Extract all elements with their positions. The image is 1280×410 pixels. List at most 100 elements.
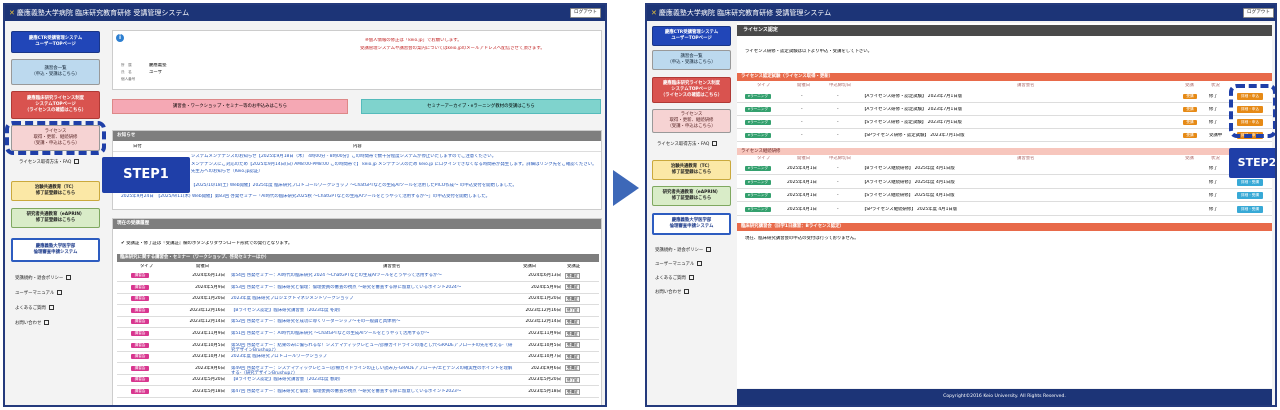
external-link-icon [74,159,80,164]
row-divider [117,304,599,306]
app-header: ✕ 慶應義塾大学病院 臨床研究教育研修 受講管理システム [5,5,605,21]
seminar-date: 2023年9月6日 [195,365,225,371]
tc-training-button[interactable]: 治験共通教育（TC） 修了証登録はこちら [652,160,731,180]
certificate-button[interactable]: 受講証 [565,388,580,395]
seminar-name-link[interactable]: 第49回 啓発セミナー：システマティックレビュー/診療ガイドラインの正しい読み方… [231,366,513,376]
seminar-name-link[interactable]: 第53回 啓発セミナー：臨床研究と倫理：倫理委員の審査の視点 〜研究を審査する際… [231,285,513,291]
contact-link[interactable]: お問い合わせ [15,320,50,326]
certificate-button[interactable]: 受講証 [565,272,580,279]
seminar-name-link[interactable]: 第50回 啓発セミナー：結果のみに偏られるな！システマティックレビュー/診療ガイ… [231,343,513,353]
label: よくあるご質問 [15,306,46,311]
continuing-detail-button[interactable]: 詳細・受講 [1237,178,1263,186]
take-badge: 受講 [1183,120,1197,125]
label: ユーザーTOPページ [671,36,712,41]
external-link-icon [48,305,54,310]
certificate-button[interactable]: 受講証 [565,318,580,325]
tc-training-button[interactable]: 治験共通教育（TC） 修了証登録はこちら [11,181,100,201]
take-badge: 受講 [1183,133,1197,138]
course-list-button[interactable]: 講習会一覧 （申込・受講はこちら） [11,59,100,85]
label: 受講規約・退会ポリシー [15,276,64,281]
seminar-taken-date: 2023年10月7日 [528,354,561,360]
col-date: 開催日 [797,83,811,88]
page-title: ライセンス認定 [737,25,1272,36]
keio-logo-icon: ✕ [9,9,15,17]
row-divider [737,128,1272,129]
col-date: 開催日 [797,156,811,161]
terms-link[interactable]: 受講規約・退会ポリシー [655,247,712,253]
manual-link[interactable]: ユーザーマニュアル [655,261,703,267]
certificate-button[interactable]: 受講証 [565,284,580,291]
license-faq-link[interactable]: ライセンス取得方法・FAQ [657,141,718,147]
certificate-button[interactable]: 受講証 [565,353,580,360]
label: 倫理審査申請システム [669,224,714,229]
seminar-name-link[interactable]: 2023年度 臨床研究プロトコールワークショップ [231,354,513,360]
row-divider [737,187,1272,189]
certificate-button[interactable]: 受講証 [565,342,580,349]
keio-logo-icon: ✕ [651,9,657,17]
seminar-name-link[interactable]: 第51回 啓発セミナー：AI時代の臨床研究 〜ChatGPTなどの生成AIツール… [231,331,513,337]
seminar-date: 2023年10月5日 [192,342,225,348]
logout-button[interactable]: ログアウト [1243,8,1274,18]
news-item[interactable]: メンテナンスにご対応のため【2025年9月14日(日) AM8:00-PM8:0… [191,162,599,168]
clinical-section-header: 臨床研究講習会（旧学1日講習：Bライセンス認定） [737,223,1272,231]
seminar-section-header: 臨床研究に関する講習会・セミナー（ワークショップ、啓発セミナーほか） [117,254,599,262]
license-top-button[interactable]: 慶應臨床研究ライセンス制度 システムTOPページ （ライセンスの確認はこちら） [11,91,100,119]
step1-highlight [5,121,106,155]
ctr-top-button[interactable]: 慶應CTR受講管理システム ユーザーTOPページ [11,31,100,53]
faq-link[interactable]: よくあるご質問 [15,305,54,311]
archive-button[interactable]: セミナーアーカイブ・eラーニング教材の受講はこちら [361,99,601,114]
app-title: 慶應義塾大学病院 臨床研究教育研修 受講管理システム [16,9,190,17]
license-apply-button[interactable]: ライセンス 取得・更新、継続研修 （受講・申込はこちら） [652,109,731,133]
workshop-apply-button[interactable]: 講習会・ワークショップ・セミナー等のお申込みはこちら [112,99,348,114]
label-affiliation: 所 属 [121,63,132,67]
ctr-top-button[interactable]: 慶應CTR受講管理システム ユーザーTOPページ [652,26,731,46]
label: お問い合わせ [15,321,42,326]
news-item[interactable]: 2025年9月24日 【2025/9/11(木) Web開催】第83回 啓発セミ… [121,194,599,200]
label: 受講証・修了証は『受講証』欄のボタンよりダウンロード形式での発行となります。 [126,241,293,246]
seminar-name-link[interactable]: 第52回 啓発セミナー：臨床研究を成功に導くリーダーシップ〜その一般論と具体例〜 [231,319,513,325]
type-badge: 講習会 [131,342,149,348]
col-cert: 受講証 [567,264,581,269]
certificate-button[interactable]: 受講証 [565,330,580,337]
ethics-system-button[interactable]: 慶應義塾大学医学部 倫理審査申請システム [11,238,100,262]
seminar-name-link[interactable]: 2023年度 臨床研究プロジェクトマネジメントワークショップ [231,296,513,302]
manual-link[interactable]: ユーザーマニュアル [15,290,63,296]
seminar-name-link[interactable]: 第47回 啓発セミナー：臨床研究と倫理：倫理委員の審査の視点 〜研究を審査する際… [231,389,513,395]
seminar-date: 2023年5月20日 [192,377,225,383]
certificate-button[interactable]: 修了証 [565,307,580,314]
continuing-detail-button[interactable]: 詳細・受講 [1237,205,1263,213]
terms-link[interactable]: 受講規約・退会ポリシー [15,275,72,281]
faq-link[interactable]: よくあるご質問 [655,275,694,281]
history-panel: 現在の受講履歴 ✔ 受講証・修了証は『受講証』欄のボタンよりダウンロード形式での… [112,218,602,405]
col-type: タイプ [140,264,154,269]
contact-link[interactable]: お問い合わせ [655,289,690,295]
news-item[interactable]: 【2025/10/18(土) Web開催】2025年度 臨床研究プロトコールワー… [191,183,599,189]
certificate-button[interactable]: 修了証 [565,376,580,383]
row-divider [117,397,599,398]
course-list-button[interactable]: 講習会一覧 （申込・受講はこちら） [652,50,731,70]
logout-button[interactable]: ログアウト [570,8,601,18]
license-top-button[interactable]: 慶應臨床研究ライセンス制度 システムTOPページ （ライセンスの確認はこちら） [652,77,731,103]
exam-status: 修了 [1209,94,1218,99]
aprin-button[interactable]: 研究者共通教育（eAPRIN） 修了証登録はこちら [11,208,100,228]
external-link-icon [706,247,712,252]
continuing-status: 修了 [1209,166,1218,171]
news-item[interactable]: 先生方へのお知らせ（Keio.jp認証） [191,169,599,175]
certificate-button[interactable]: 受講証 [565,295,580,302]
label: 修了証登録はこちら [35,191,76,196]
type-badge: eラーニング [745,193,771,198]
type-badge: eラーニング [745,107,771,112]
news-item[interactable]: システムメンテナンスのお知らせ【2025年9月18日（木） 4時00分 - 8時… [191,154,599,160]
continuing-detail-button[interactable]: 詳細・受講 [1237,192,1263,199]
seminar-name-link[interactable]: 第54回 啓発セミナー：AI時代の臨床研究 2024 〜ChatGPTなどの生成… [231,273,513,279]
col-name: 講習会名 [1017,83,1035,88]
certificate-button[interactable]: 受講証 [565,365,580,372]
ethics-system-button[interactable]: 慶應義塾大学医学部 倫理審査申請システム [652,213,731,235]
seminar-name-link[interactable]: 【Bライセンス認定】臨床研究講習会（2023年度 春期） [231,377,513,383]
history-title: 現在の受講履歴 [113,219,601,229]
aprin-button[interactable]: 研究者共通教育（eAPRIN） 修了証登録はこちら [652,186,731,206]
seminar-date: 2023年12月14日 [189,319,225,325]
continuing-name: 【Aライセンス継続研修】 2025年度 4月1日版 [862,179,955,185]
license-faq-link[interactable]: ライセンス取得方法・FAQ [19,159,80,165]
seminar-name-link[interactable]: 【Bライセンス認定】臨床研究講習会（2023年度 冬期） [231,308,513,314]
